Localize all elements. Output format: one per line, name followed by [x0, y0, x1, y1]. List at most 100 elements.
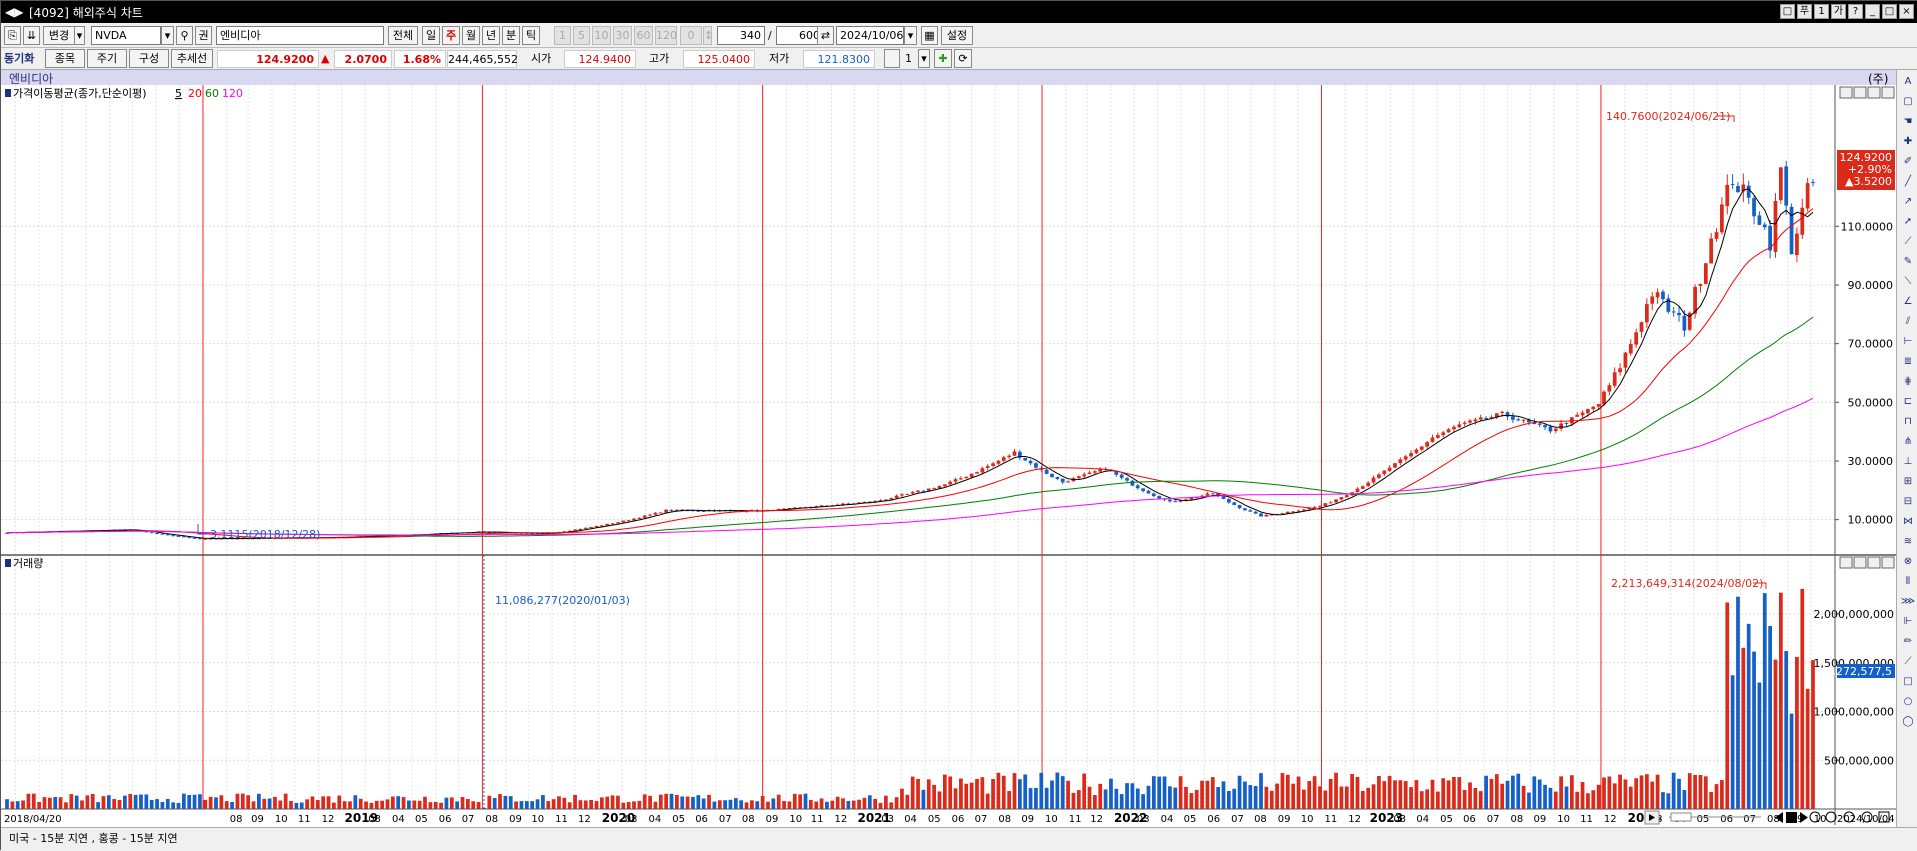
tool-bars-icon[interactable]: ⦀	[1899, 573, 1917, 590]
change-button[interactable]: 변경	[43, 26, 75, 45]
tool-period-icon[interactable]: ⊓	[1899, 413, 1917, 430]
trendline-button[interactable]: 추세선	[171, 49, 213, 68]
period-day[interactable]: 일	[422, 26, 440, 45]
item-button[interactable]: 종목	[45, 49, 85, 68]
minute-5[interactable]: 5	[573, 26, 590, 45]
zoom-slider-thumb[interactable]	[1670, 812, 1692, 822]
tool-angle-icon[interactable]: ∠	[1899, 293, 1917, 310]
tool-bracket-icon[interactable]: ⊏	[1899, 393, 1917, 410]
tool-eraser-icon[interactable]: ✐	[1899, 153, 1917, 170]
display-count-input[interactable]: 340	[717, 26, 765, 45]
ma-legend-120[interactable]: 120	[222, 87, 243, 100]
stock-chart[interactable]: 08 09 10 11 12 201903 04 05 06 07 08 09 10 11 12 202003…	[1, 85, 1896, 827]
minute-10[interactable]: 10	[592, 26, 611, 45]
vpanel-maximize-icon[interactable]	[1867, 556, 1881, 569]
date-input[interactable]: 2024/10/06	[836, 26, 904, 45]
search-icon[interactable]: ⚲	[176, 26, 193, 45]
maximize-button[interactable]: □	[1882, 4, 1897, 19]
tool-arrow-icon[interactable]: ➚	[1899, 213, 1917, 230]
period-month[interactable]: 월	[462, 26, 480, 45]
period-tick[interactable]: 틱	[522, 26, 540, 45]
open-icon[interactable]: ⎘	[4, 26, 21, 45]
settings-button[interactable]: 설정	[941, 26, 973, 45]
window-btn-0[interactable]: □	[1780, 4, 1795, 19]
period-minute[interactable]: 분	[502, 26, 520, 45]
tool-fan-icon[interactable]: ⋔	[1899, 433, 1917, 450]
panel-maximize-icon[interactable]	[1867, 86, 1881, 99]
all-button[interactable]: 전체	[388, 26, 418, 45]
vpanel-restore-icon[interactable]	[1839, 556, 1853, 569]
tool-gann-icon[interactable]: ⋕	[1899, 373, 1917, 390]
unit-checkbox[interactable]	[884, 49, 900, 68]
tool-speed-icon[interactable]: ⊟	[1899, 493, 1917, 510]
window-btn-1[interactable]: 푸	[1797, 4, 1812, 19]
tool-rect-icon[interactable]: □	[1899, 673, 1917, 690]
change-dropdown-icon[interactable]: ▾	[75, 26, 85, 45]
minute-custom[interactable]: 0	[680, 26, 702, 45]
period-week[interactable]: 주	[442, 26, 460, 45]
tool-pitch-icon[interactable]: ⋈	[1899, 513, 1917, 530]
minute-60[interactable]: 60	[634, 26, 653, 45]
tool-grid-icon[interactable]: ⊞	[1899, 473, 1917, 490]
sync-label[interactable]: 동기화	[4, 50, 34, 68]
window-btn-3[interactable]: 가	[1831, 4, 1846, 19]
vpanel-minimize-icon[interactable]	[1853, 556, 1867, 569]
play-forward-icon[interactable]	[1800, 812, 1808, 823]
tool-fib-icon[interactable]: ≣	[1899, 353, 1917, 370]
tool-slash-icon[interactable]: ⟋	[1899, 653, 1917, 670]
volume-bar	[766, 801, 770, 809]
tool-ray-icon[interactable]: ↗	[1899, 193, 1917, 210]
tool-wave-icon[interactable]: ≋	[1899, 533, 1917, 550]
period-button[interactable]: 주기	[87, 49, 127, 68]
date-dropdown-icon[interactable]: ▾	[904, 26, 917, 45]
tool-pencil-icon[interactable]: ✎	[1899, 253, 1917, 270]
minute-1[interactable]: 1	[554, 26, 571, 45]
refresh-icon[interactable]: ⟳	[954, 49, 972, 68]
tool-a-icon[interactable]: A	[1899, 73, 1917, 90]
tool-cross-icon[interactable]: ⊗	[1899, 553, 1917, 570]
tool-channel-icon[interactable]: ⫽	[1899, 313, 1917, 330]
window-btn-2[interactable]: 1	[1814, 4, 1829, 19]
vpanel-close-icon[interactable]	[1881, 556, 1895, 569]
minimize-button[interactable]: _	[1865, 4, 1880, 19]
tool-candle-icon[interactable]: ⊩	[1899, 613, 1917, 630]
unit-dropdown-icon[interactable]: ▾	[918, 49, 930, 68]
stop-icon[interactable]	[1786, 812, 1797, 823]
volume-bar	[385, 799, 390, 809]
ma-legend-20[interactable]: 20	[188, 87, 202, 100]
help-button[interactable]: ?	[1848, 4, 1863, 19]
config-button[interactable]: 구성	[129, 49, 169, 68]
ma-legend-60[interactable]: 60	[205, 87, 219, 100]
unit-value[interactable]: 1	[905, 50, 912, 68]
tool-crosshair-icon[interactable]: ✚	[1899, 133, 1917, 150]
tool-zigzag-icon[interactable]: ⋙	[1899, 593, 1917, 610]
volume-legend-label[interactable]: 거래량	[13, 557, 43, 570]
tool-pencil2-icon[interactable]: ✏	[1899, 633, 1917, 650]
panel-restore-icon[interactable]	[1839, 86, 1853, 99]
panel-close-icon[interactable]	[1881, 86, 1895, 99]
tool-circle-icon[interactable]: ○	[1899, 693, 1917, 710]
close-button[interactable]: ×	[1899, 4, 1914, 19]
rights-button[interactable]: 권	[195, 26, 212, 45]
calendar-icon[interactable]: ▦	[921, 26, 938, 45]
ma-legend-5[interactable]: 5	[175, 87, 182, 100]
period-year[interactable]: 년	[482, 26, 500, 45]
minute-120[interactable]: 120	[655, 26, 677, 45]
tool-cycle-icon[interactable]: ⊥	[1899, 453, 1917, 470]
panel-minimize-icon[interactable]	[1853, 86, 1867, 99]
symbol-input[interactable]: NVDA	[91, 26, 161, 45]
symbol-dropdown-icon[interactable]: ▾	[161, 26, 174, 45]
add-icon[interactable]: ✚	[934, 49, 952, 68]
tool-ellipse-icon[interactable]: ◯	[1899, 713, 1917, 730]
tool-trend-icon[interactable]: ⟋	[1899, 233, 1917, 250]
tool-cursor-icon[interactable]: ▢	[1899, 93, 1917, 110]
tool-line-icon[interactable]: ╱	[1899, 173, 1917, 190]
date-sync-icon[interactable]: ⇄	[817, 26, 834, 45]
tool-horizontal-icon[interactable]: ⊢	[1899, 333, 1917, 350]
minute-30[interactable]: 30	[613, 26, 632, 45]
minute-spin-icon[interactable]: ↕	[703, 26, 713, 45]
ma-legend-label[interactable]: 가격이동평균(종가,단순이평)	[13, 87, 147, 100]
save-icon[interactable]: ⇊	[23, 26, 40, 45]
tool-hand-icon[interactable]: ☚	[1899, 113, 1917, 130]
tool-brush-icon[interactable]: ⟍	[1899, 273, 1917, 290]
